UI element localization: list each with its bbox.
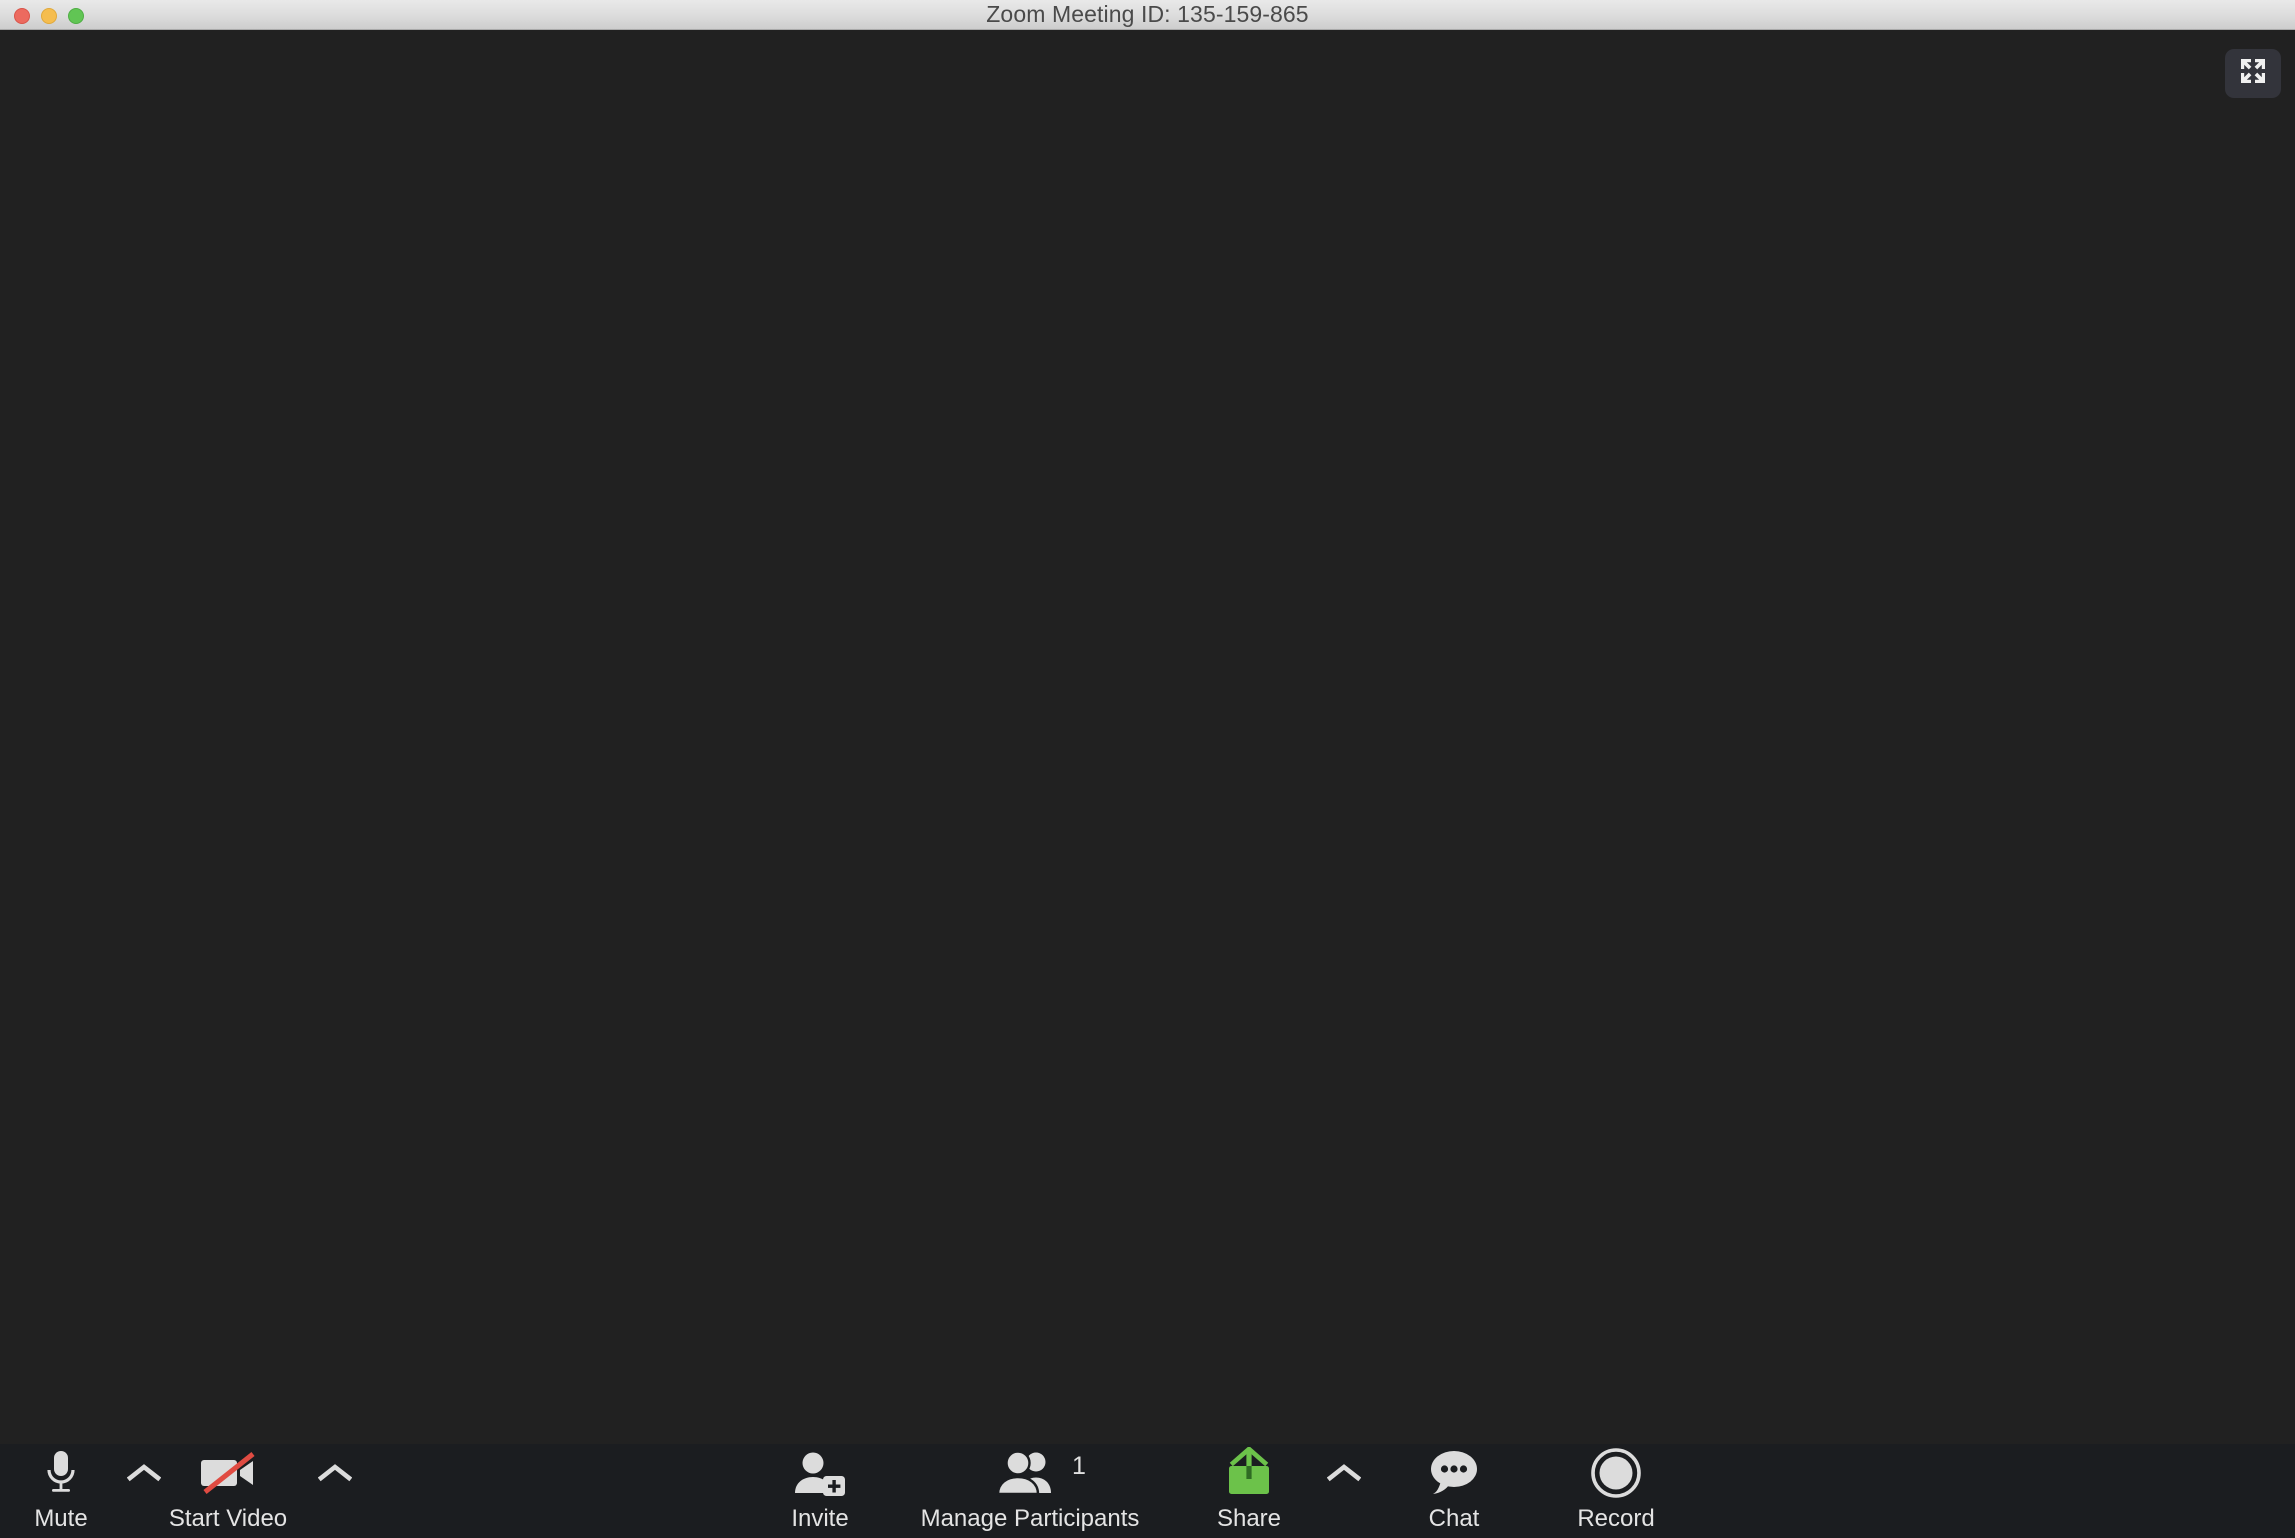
share-screen-icon <box>1221 1444 1277 1502</box>
manage-participants-button[interactable]: 1 Manage Participants <box>920 1444 1140 1538</box>
mute-label: Mute <box>34 1505 88 1532</box>
record-label: Record <box>1577 1505 1655 1532</box>
share-options-chevron-up-icon[interactable] <box>1322 1444 1366 1502</box>
mute-button[interactable]: Mute <box>0 1444 122 1538</box>
person-add-icon <box>791 1444 849 1502</box>
video-stage <box>0 30 2295 1444</box>
manage-participants-label: Manage Participants <box>920 1505 1140 1532</box>
record-button[interactable]: Record <box>1545 1444 1687 1538</box>
microphone-icon <box>40 1444 82 1502</box>
chat-button[interactable]: Chat <box>1395 1444 1513 1538</box>
audio-options-chevron-up-icon[interactable] <box>122 1444 166 1502</box>
chat-bubble-icon <box>1425 1444 1483 1502</box>
camera-off-icon <box>195 1444 261 1502</box>
invite-label: Invite <box>791 1505 849 1532</box>
start-video-label: Start Video <box>168 1505 288 1532</box>
meeting-toolbar: Mute Start Video Invite 1 Manage Partici… <box>0 1444 2295 1538</box>
share-screen-button[interactable]: Share <box>1185 1444 1313 1538</box>
start-video-button[interactable]: Start Video <box>166 1444 290 1538</box>
fullscreen-expand-icon <box>2239 57 2267 90</box>
invite-button[interactable]: Invite <box>762 1444 878 1538</box>
share-label: Share <box>1216 1505 1282 1532</box>
window-titlebar: Zoom Meeting ID: 135-159-865 <box>0 0 2295 30</box>
participants-icon: 1 <box>992 1444 1086 1502</box>
enter-fullscreen-button[interactable] <box>2225 49 2281 98</box>
window-title: Zoom Meeting ID: 135-159-865 <box>986 1 1309 27</box>
video-options-chevron-up-icon[interactable] <box>313 1444 357 1502</box>
chat-label: Chat <box>1428 1505 1480 1532</box>
zoom-meeting-window: Zoom Meeting ID: 135-159-865 Mute Start … <box>0 0 2295 1538</box>
record-circle-icon <box>1590 1444 1642 1502</box>
participants-count-badge: 1 <box>1072 1452 1086 1480</box>
